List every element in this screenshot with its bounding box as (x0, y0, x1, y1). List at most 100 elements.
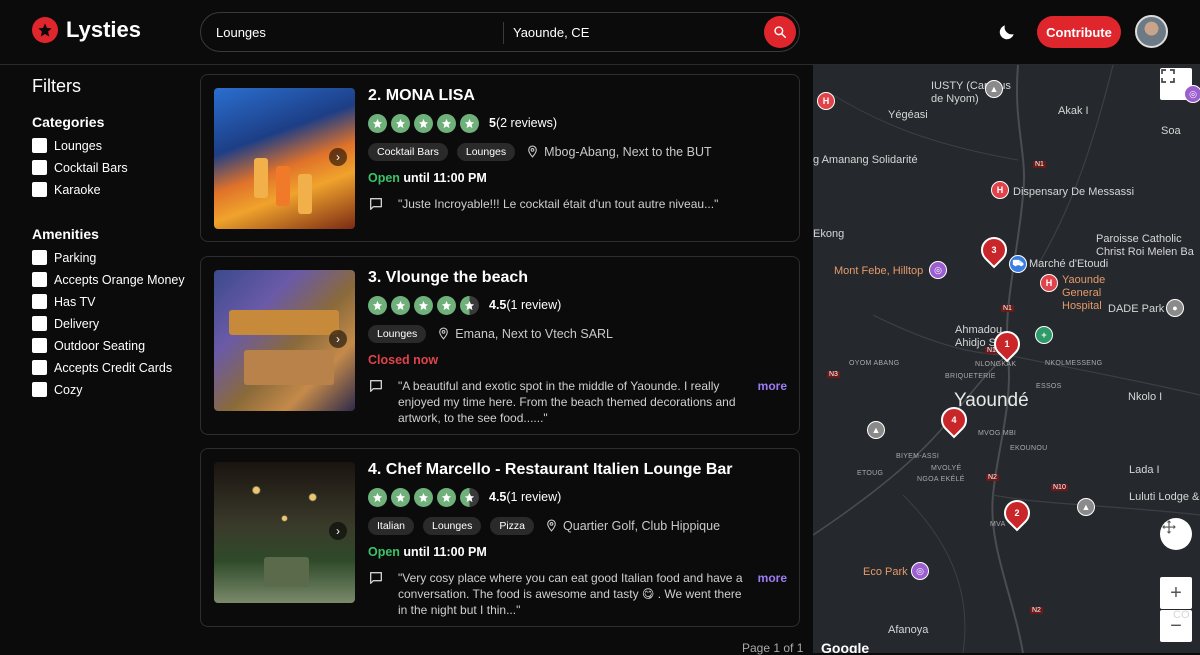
map-label: Ekong (813, 228, 845, 240)
next-photo-button[interactable]: › (329, 522, 347, 540)
attraction-icon[interactable]: ◎ (911, 562, 929, 580)
road-tag: N1 (1033, 161, 1046, 168)
star-icon (414, 295, 433, 315)
filters-title: Filters (32, 76, 81, 96)
amenity-delivery[interactable]: Delivery (32, 316, 192, 332)
result-title[interactable]: 4. Chef Marcello - Restaurant Italien Lo… (368, 461, 787, 483)
photo-detail (264, 557, 309, 587)
amenity-parking[interactable]: Parking (32, 250, 192, 266)
road-tag: N2 (986, 474, 999, 481)
rating-text: 4.5(1 review) (489, 490, 562, 504)
amenity-has-tv[interactable]: Has TV (32, 294, 192, 310)
map-label: Dispensary De Messassi (1013, 186, 1135, 198)
zoom-in-button[interactable]: + (1160, 577, 1192, 609)
amenities-title: Amenities (32, 226, 99, 242)
attraction-icon[interactable]: ◎ (929, 261, 947, 279)
map-label: MVA (990, 521, 1006, 528)
checkbox[interactable] (32, 338, 47, 353)
result-title[interactable]: 2. MONA LISA (368, 87, 787, 109)
star-icon (414, 113, 433, 133)
hospital-icon[interactable]: H (1040, 274, 1058, 292)
avatar[interactable] (1135, 15, 1168, 48)
map-label: ESSOS (1036, 383, 1062, 390)
tag[interactable]: Italian (368, 516, 415, 535)
map[interactable]: + − IUSTY (Campus de Nyom) Yégéasi Akak … (813, 65, 1200, 653)
header: Lysties Contribute (0, 0, 1200, 65)
attraction-icon[interactable]: ◎ (1184, 85, 1200, 103)
checkbox[interactable] (32, 138, 47, 153)
school-icon[interactable]: ▲ (985, 80, 1003, 98)
school-icon[interactable]: ▲ (867, 421, 885, 439)
dark-mode-toggle[interactable] (997, 22, 1017, 42)
shopping-cart-icon[interactable]: ⛟ (1009, 255, 1027, 273)
amenity-orange-money[interactable]: Accepts Orange Money (32, 272, 192, 288)
map-label: Nkolo I (1128, 391, 1163, 403)
checkbox[interactable] (32, 160, 47, 175)
category-cocktail-bars[interactable]: Cocktail Bars (32, 160, 192, 176)
checkbox[interactable] (32, 294, 47, 309)
result-card[interactable]: › 2. MONA LISA 5(2 reviews) Cocktail Bar… (200, 74, 800, 242)
tag[interactable]: Pizza (490, 516, 535, 535)
logo[interactable]: Lysties (32, 17, 141, 43)
categories-title: Categories (32, 114, 105, 130)
star-icon (414, 487, 433, 507)
location-pin-icon (528, 145, 537, 158)
result-body: 3. Vlounge the beach 4.5(1 review) Loung… (368, 269, 787, 426)
category-lounges[interactable]: Lounges (32, 138, 192, 154)
next-photo-button[interactable]: › (329, 148, 347, 166)
road-tag: N2 (1030, 607, 1043, 614)
map-label: ETOUG (857, 470, 884, 477)
tags: Cocktail Bars Lounges Mbog-Abang, Next t… (368, 142, 787, 161)
amenity-cozy[interactable]: Cozy (32, 382, 192, 398)
search-query-input[interactable] (216, 13, 496, 51)
hospital-icon[interactable]: H (991, 181, 1009, 199)
logo-text: Lysties (66, 17, 142, 42)
checkbox[interactable] (32, 382, 47, 397)
tag[interactable]: Lounges (456, 142, 516, 161)
tag[interactable]: Lounges (368, 324, 427, 343)
map-label: OYOM ABANG (849, 360, 900, 367)
map-label: Luluti Lodge & (1129, 491, 1200, 503)
star-icon (391, 113, 410, 133)
result-card[interactable]: › 4. Chef Marcello - Restaurant Italien … (200, 448, 800, 627)
park-icon[interactable]: ● (1166, 299, 1184, 317)
amenity-credit-cards[interactable]: Accepts Credit Cards (32, 360, 192, 376)
road-tag: N10 (1051, 484, 1068, 491)
result-photo[interactable]: › (214, 462, 355, 603)
next-photo-button[interactable]: › (329, 330, 347, 348)
search-divider (503, 22, 504, 44)
school-icon[interactable]: ▲ (1077, 498, 1095, 516)
contribute-button[interactable]: Contribute (1037, 16, 1121, 48)
photo-detail (276, 166, 290, 206)
tag[interactable]: Lounges (423, 516, 482, 535)
amenity-outdoor-seating[interactable]: Outdoor Seating (32, 338, 192, 354)
open-status: Open until 11:00 PM (368, 545, 487, 559)
more-link[interactable]: more (758, 570, 787, 586)
checkbox[interactable] (32, 272, 47, 287)
search-location-input[interactable] (513, 13, 753, 51)
category-karaoke[interactable]: Karaoke (32, 182, 192, 198)
checkbox[interactable] (32, 250, 47, 265)
rating: 4.5(1 review) (368, 487, 787, 507)
map-label: Lada I (1129, 464, 1160, 476)
result-title[interactable]: 3. Vlounge the beach (368, 269, 787, 291)
pan-control[interactable] (1160, 518, 1192, 550)
result-photo[interactable]: › (214, 270, 355, 411)
result-card[interactable]: › 3. Vlounge the beach 4.5(1 review) Lou… (200, 256, 800, 435)
map-label: Soa (1161, 125, 1181, 137)
hospital-icon[interactable]: H (817, 92, 835, 110)
checkbox[interactable] (32, 360, 47, 375)
result-photo[interactable]: › (214, 88, 355, 229)
checkbox[interactable] (32, 182, 47, 197)
star-logo-icon (32, 17, 58, 43)
more-link[interactable]: more (758, 378, 787, 394)
star-icon (437, 487, 456, 507)
star-icon (437, 295, 456, 315)
checkbox[interactable] (32, 316, 47, 331)
map-label: NKOLMESSENG (1045, 360, 1103, 367)
tag[interactable]: Cocktail Bars (368, 142, 448, 161)
star-icon (391, 295, 410, 315)
pharmacy-icon[interactable]: + (1035, 326, 1053, 344)
search-button[interactable] (764, 16, 796, 48)
amenities-group: Amenities Parking Accepts Orange Money H… (32, 226, 192, 398)
